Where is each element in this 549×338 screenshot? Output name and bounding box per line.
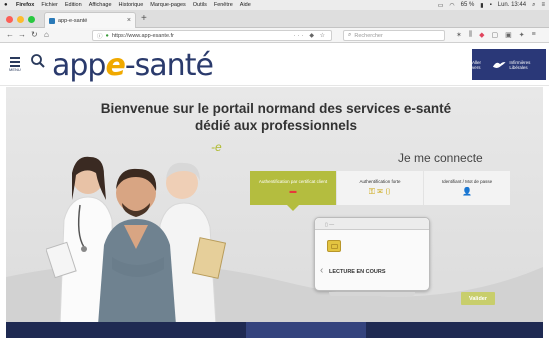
- browser-tab[interactable]: app-e-santé ×: [44, 12, 136, 28]
- screenshot: ● Firefox Fichier Edition Affichage Hist…: [0, 0, 549, 338]
- welcome-heading: Bienvenue sur le portail normand des ser…: [76, 100, 476, 134]
- partner-bird-icon: [492, 61, 506, 68]
- menu-app-name[interactable]: Firefox: [16, 2, 34, 8]
- menu-item-marque-pages[interactable]: Marque-pages: [150, 2, 185, 8]
- spotlight-search-icon[interactable]: ⌕: [532, 2, 535, 9]
- partner-link-button[interactable]: Aller vers Infirmières Libérales: [472, 49, 546, 80]
- sidebar-icon[interactable]: ▢: [492, 31, 499, 39]
- menu-item-historique[interactable]: Historique: [119, 2, 144, 8]
- reload-button[interactable]: ↻: [31, 30, 38, 39]
- footer-band: [6, 322, 543, 338]
- footer-stripe-decoration: [246, 322, 366, 338]
- active-tab-pointer: [287, 205, 299, 211]
- card-reader-panel: ▯ — ‹ LECTURE EN COURS: [314, 217, 430, 296]
- wifi-icon[interactable]: ◠: [449, 2, 454, 9]
- hero-section: Bienvenue sur le portail normand des ser…: [6, 87, 543, 322]
- battery-icon[interactable]: ▮: [480, 2, 483, 9]
- partner-prefix: Aller vers: [472, 59, 482, 70]
- screen-share-icon[interactable]: ▭: [438, 2, 444, 9]
- reader-status-text: LECTURE EN COURS: [329, 269, 386, 275]
- url-bar[interactable]: ⓘ ● https://www.app-esante.fr ··· ◆ ☆: [92, 30, 332, 41]
- site-info-icon[interactable]: ⓘ: [97, 32, 103, 40]
- close-window-button[interactable]: [6, 16, 13, 23]
- tab-certificate-auth[interactable]: Authentification par certificat client ▬: [250, 171, 336, 205]
- browser-nav-bar: ← → ↻ ⌂ ⓘ ● https://www.app-esante.fr ··…: [0, 28, 549, 43]
- new-tab-button[interactable]: +: [141, 13, 147, 24]
- hamburger-menu-icon[interactable]: MENU: [9, 57, 21, 72]
- card-reader-base: [329, 292, 415, 296]
- tab-title: app-e-santé: [58, 17, 88, 24]
- chevron-left-icon: ‹: [320, 265, 324, 276]
- toolbar-icons: ✶ ⫼ ◆ ▢ ▣ ✦ ≡: [456, 31, 536, 39]
- apple-menu-icon[interactable]: ●: [4, 2, 16, 8]
- login-title: Je me connecte: [398, 151, 483, 165]
- key-mail-phone-icon: ⚿ ✉ ▯: [368, 187, 392, 196]
- close-tab-icon[interactable]: ×: [127, 17, 131, 24]
- window-controls: [6, 16, 35, 23]
- url-text[interactable]: https://www.app-esante.fr: [112, 33, 174, 39]
- tab-strong-auth[interactable]: Authentification forte ⚿ ✉ ▯: [337, 171, 423, 205]
- favicon-icon: [49, 17, 55, 24]
- menu-item-edition[interactable]: Edition: [65, 2, 82, 8]
- auth-tabs: Authentification par certificat client ▬…: [250, 171, 510, 205]
- open-menu-icon[interactable]: ≡: [532, 31, 536, 39]
- os-menu-bar: ● Firefox Fichier Edition Affichage Hist…: [0, 0, 549, 10]
- site-logo[interactable]: appe-santé: [52, 48, 214, 83]
- welcome-line-1: Bienvenue sur le portail normand des ser…: [100, 101, 452, 116]
- user-key-icon: 👤: [462, 187, 472, 196]
- back-button[interactable]: ←: [6, 30, 14, 39]
- flag-icon[interactable]: ▪: [490, 2, 492, 8]
- menu-item-fichier[interactable]: Fichier: [41, 2, 58, 8]
- validate-button[interactable]: Valider: [461, 292, 495, 305]
- tab-password-label: Identifiant / Mot de passe: [441, 179, 493, 184]
- screenshot-icon[interactable]: ▣: [505, 31, 512, 39]
- pocket-icon[interactable]: ◆: [479, 31, 484, 39]
- site-header: MENU appe-santé Aller vers Infirmières L…: [0, 44, 549, 86]
- site-search-icon[interactable]: [30, 53, 46, 69]
- minimize-window-button[interactable]: [17, 16, 24, 23]
- search-placeholder: Rechercher: [354, 32, 383, 39]
- menu-item-aide[interactable]: Aide: [240, 2, 251, 8]
- card-reader-slot: ▯ —: [315, 218, 429, 230]
- tab-certificate-label: Authentification par certificat client: [258, 179, 328, 184]
- smart-card-icon: ▬: [289, 188, 297, 195]
- welcome-line-2: dédié aux professionnels: [194, 118, 358, 133]
- addon-icon[interactable]: ✦: [519, 31, 525, 39]
- menu-label: MENU: [9, 67, 21, 72]
- menu-item-outils[interactable]: Outils: [193, 2, 207, 8]
- library-icon[interactable]: ⫼: [469, 31, 472, 39]
- lock-icon: ●: [105, 32, 109, 39]
- extension-icon[interactable]: ✶: [456, 31, 462, 39]
- battery-percent[interactable]: 65 %: [461, 2, 475, 8]
- card-slot-icon: ▯ —: [325, 222, 335, 228]
- partner-name: Infirmières Libérales: [509, 59, 531, 70]
- page-actions-icon[interactable]: ··· ◆ ☆: [294, 32, 327, 39]
- logo-text-e: e: [105, 48, 125, 83]
- search-icon: ⌕: [348, 32, 352, 38]
- notification-center-icon[interactable]: ≡: [541, 2, 545, 8]
- forward-button[interactable]: →: [18, 30, 26, 39]
- logo-text-sante: -santé: [124, 48, 214, 83]
- search-bar[interactable]: ⌕ Rechercher: [343, 30, 445, 41]
- zoom-window-button[interactable]: [28, 16, 35, 23]
- professionals-photo: [46, 156, 227, 322]
- tab-password-auth[interactable]: Identifiant / Mot de passe 👤: [424, 171, 510, 205]
- tab-strong-label: Authentification forte: [359, 179, 401, 184]
- logo-text-app: app: [52, 48, 106, 83]
- browser-tab-strip: app-e-santé × +: [0, 10, 549, 28]
- menu-item-fenetre[interactable]: Fenêtre: [214, 2, 233, 8]
- card-chip-icon: [327, 240, 341, 252]
- menu-item-affichage[interactable]: Affichage: [89, 2, 112, 8]
- clock[interactable]: Lun. 13:44: [498, 2, 526, 8]
- home-button[interactable]: ⌂: [44, 30, 49, 39]
